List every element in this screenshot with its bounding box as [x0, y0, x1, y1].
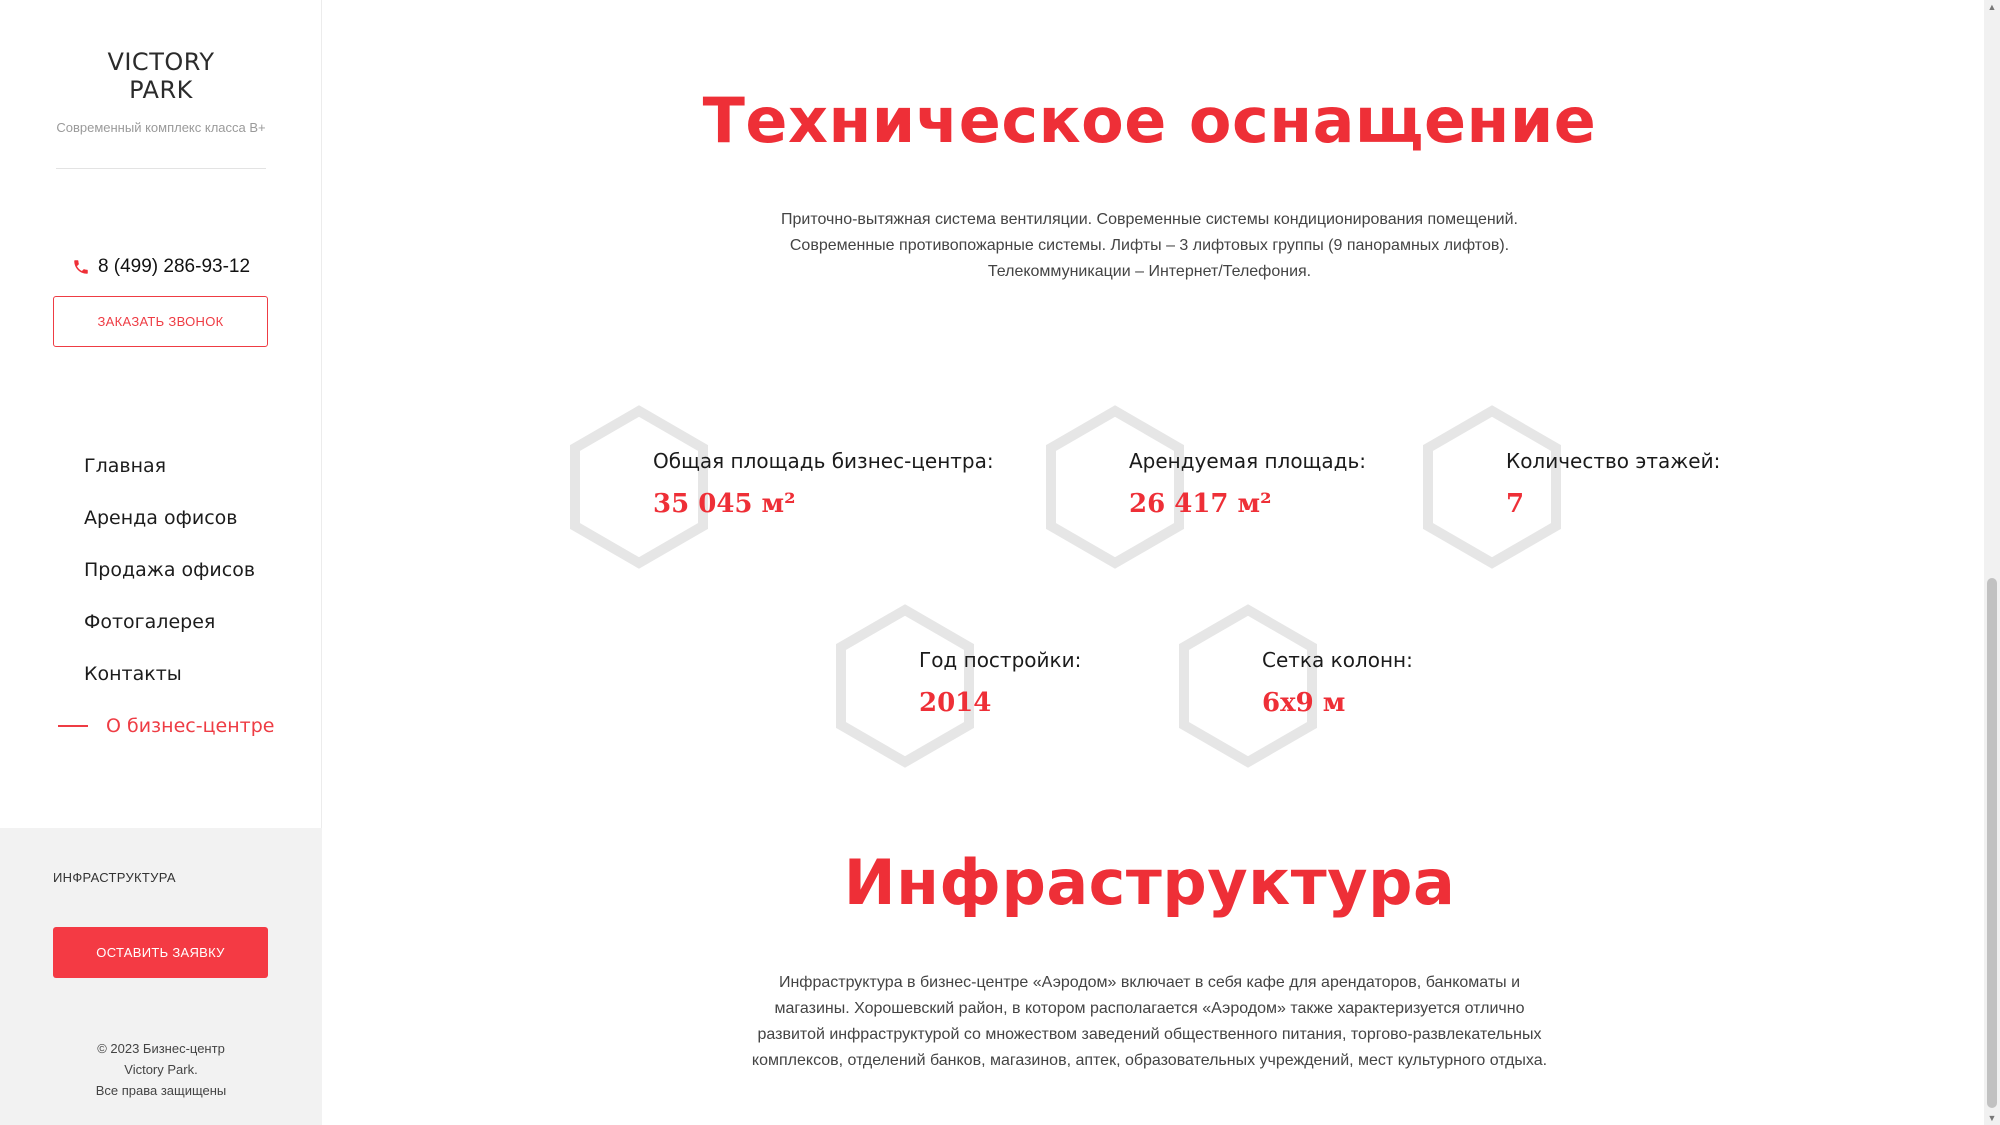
- hexagon-icon: [836, 604, 974, 768]
- brand-name-line2: PARK: [129, 76, 193, 104]
- order-callback-button[interactable]: ЗАКАЗАТЬ ЗВОНОК: [53, 296, 268, 347]
- stat-label: Количество этажей:: [1506, 449, 1721, 473]
- stat-value: 35 045 м²: [653, 489, 796, 519]
- sidebar-footer: ИНФРАСТРУКТУРА ОСТАВИТЬ ЗАЯВКУ © 2023 Би…: [0, 828, 322, 1125]
- submit-request-button[interactable]: ОСТАВИТЬ ЗАЯВКУ: [53, 927, 268, 978]
- copyright: © 2023 Бизнес-центр Victory Park. Все пр…: [0, 1038, 322, 1101]
- copyright-line3: Все права защищены: [95, 1083, 227, 1098]
- scroll-up-icon[interactable]: ▲: [1984, 0, 2000, 14]
- tech-section-text: Приточно-вытяжная система вентиляции. Со…: [323, 207, 1976, 285]
- stat-label: Год постройки:: [919, 648, 1082, 672]
- hexagon-icon: [1179, 604, 1317, 768]
- stat-value: 6х9 м: [1262, 688, 1346, 718]
- phone-link[interactable]: 8 (499) 286-93-12: [0, 256, 322, 278]
- vertical-scrollbar[interactable]: ▲ ▼: [1984, 0, 2000, 1125]
- stat-label: Общая площадь бизнес-центра:: [653, 449, 994, 473]
- stat-value: 2014: [919, 688, 992, 718]
- hexagon-icon: [1046, 405, 1184, 569]
- stat-label: Сетка колонн:: [1262, 648, 1413, 672]
- phone-icon: [74, 260, 88, 274]
- nav-item-about-label: О бизнес-центре: [106, 715, 275, 737]
- scroll-down-icon[interactable]: ▼: [1984, 1111, 2000, 1125]
- brand-subtitle: Современный комплекс класса В+: [56, 120, 266, 135]
- nav-item-office-sale[interactable]: Продажа офисов: [0, 544, 322, 596]
- brand-divider: [56, 168, 266, 169]
- copyright-line1: © 2023 Бизнес-центр: [97, 1041, 225, 1056]
- infra-text-line1: Инфраструктура в бизнес-центре «Аэродом»…: [778, 974, 1521, 991]
- nav-item-office-rent[interactable]: Аренда офисов: [0, 492, 322, 544]
- infra-text-line2: магазины. Хорошевский район, в котором р…: [774, 1000, 1525, 1017]
- brand-logo[interactable]: VICTORY PARK Современный комплекс класса…: [0, 48, 322, 135]
- nav-item-gallery[interactable]: Фотогалерея: [0, 596, 322, 648]
- tech-text-line3: Телекоммуникации – Интернет/Телефония.: [987, 263, 1312, 280]
- infra-text-line3: развитой инфраструктурой со множеством з…: [757, 1026, 1542, 1043]
- scrollbar-thumb[interactable]: [1987, 578, 1997, 1108]
- active-indicator: [58, 725, 88, 727]
- infra-text-line4: комплексов, отделений банков, магазинов,…: [751, 1052, 1548, 1069]
- main-content: Техническое оснащение Приточно-вытяжная …: [323, 0, 1976, 1125]
- copyright-line2: Victory Park.: [124, 1062, 198, 1077]
- tech-text-line1: Приточно-вытяжная система вентиляции. Со…: [781, 211, 1518, 228]
- main-nav: Главная Аренда офисов Продажа офисов Фот…: [0, 440, 322, 752]
- tech-section-title: Техническое оснащение: [702, 84, 1597, 157]
- infrastructure-link[interactable]: ИНФРАСТРУКТУРА: [53, 870, 176, 885]
- infra-section-title: Инфраструктура: [843, 846, 1456, 919]
- stat-label: Арендуемая площадь:: [1129, 449, 1367, 473]
- stat-value: 7: [1506, 489, 1525, 519]
- hexagon-icon: [1423, 405, 1561, 569]
- stat-value: 26 417 м²: [1129, 489, 1272, 519]
- sidebar: VICTORY PARK Современный комплекс класса…: [0, 0, 322, 1125]
- nav-item-contacts[interactable]: Контакты: [0, 648, 322, 700]
- phone-number: 8 (499) 286-93-12: [97, 256, 251, 277]
- nav-item-about[interactable]: О бизнес-центре: [0, 700, 322, 752]
- nav-item-home[interactable]: Главная: [0, 440, 322, 492]
- brand-name-line1: VICTORY: [107, 48, 215, 76]
- infra-section-text: Инфраструктура в бизнес-центре «Аэродом»…: [323, 970, 1976, 1074]
- tech-text-line2: Современные противопожарные системы. Лиф…: [789, 237, 1510, 254]
- hexagon-icon: [570, 405, 708, 569]
